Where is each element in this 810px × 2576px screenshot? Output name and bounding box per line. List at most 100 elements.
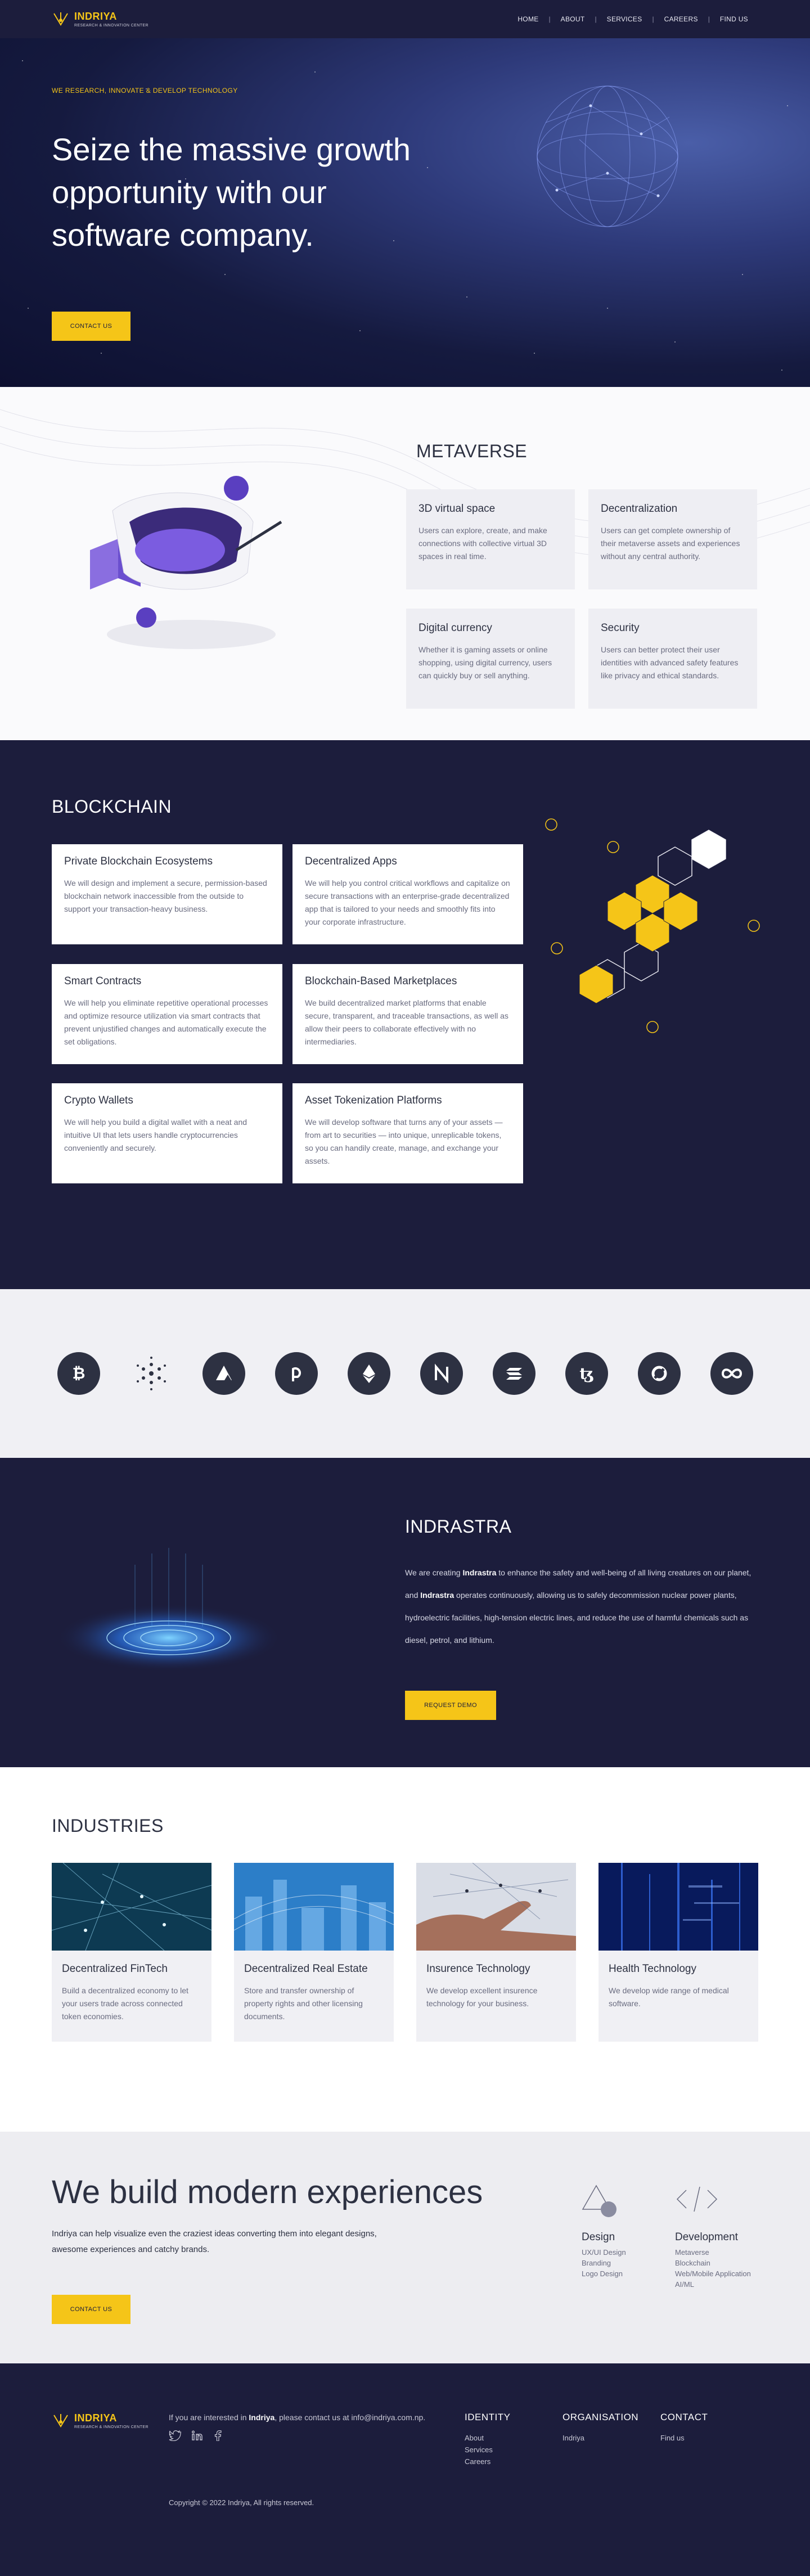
blockchain-card: Asset Tokenization Platforms We will dev… bbox=[292, 1083, 523, 1183]
copyright-text: Copyright © 2022 Indriya, All rights res… bbox=[169, 2498, 314, 2507]
ethereum-icon bbox=[347, 1352, 390, 1395]
nav-careers[interactable]: CAREERS bbox=[654, 15, 708, 23]
eye-logo-icon bbox=[53, 2414, 68, 2428]
nav-about[interactable]: ABOUT bbox=[551, 15, 595, 23]
blockchain-card: Private Blockchain Ecosystems We will de… bbox=[52, 844, 282, 944]
tezos-icon: ꜩ bbox=[565, 1352, 608, 1395]
footer-link-about[interactable]: About bbox=[465, 2432, 510, 2444]
card-title: 3D virtual space bbox=[418, 503, 496, 515]
twitter-icon[interactable] bbox=[169, 2430, 181, 2441]
indrastra-description: We are creating Indrastra to enhance the… bbox=[405, 1568, 752, 1645]
top-navbar: INDRIYA RESEARCH & INNOVATION CENTER HOM… bbox=[0, 0, 810, 38]
bitcoin-icon: ₿ bbox=[57, 1352, 100, 1395]
footer-link-careers[interactable]: Careers bbox=[465, 2456, 510, 2467]
blockchain-title: BLOCKCHAIN bbox=[52, 796, 172, 817]
facebook-icon[interactable] bbox=[214, 2430, 222, 2441]
card-title: Health Technology bbox=[609, 1963, 696, 1975]
hexagon-cluster-illustration bbox=[545, 818, 760, 1033]
metaverse-card: 3D virtual space Users can explore, crea… bbox=[406, 489, 575, 589]
design-service: Design UX/UI Design Branding Logo Design bbox=[582, 2182, 626, 2279]
page: INDRIYA RESEARCH & INNOVATION CENTER HOM… bbox=[0, 0, 810, 2576]
service-item: Metaverse bbox=[675, 2248, 709, 2257]
card-text: Store and transfer ownership of property… bbox=[244, 1986, 363, 2021]
brand-tagline: RESEARCH & INNOVATION CENTER bbox=[74, 24, 148, 28]
polkadot-icon bbox=[274, 1352, 318, 1395]
request-demo-button[interactable]: REQUEST DEMO bbox=[405, 1691, 496, 1720]
industry-card[interactable]: Insurence Technology We develop excellen… bbox=[416, 1863, 576, 2042]
metaverse-card: Digital currency Whether it is gaming as… bbox=[406, 609, 575, 709]
blockchain-card: Crypto Wallets We will help you build a … bbox=[52, 1083, 282, 1183]
blockchain-card: Blockchain-Based Marketplaces We build d… bbox=[292, 964, 523, 1064]
svg-text:₿: ₿ bbox=[72, 1364, 85, 1382]
footer-link-indriya[interactable]: Indriya bbox=[562, 2432, 638, 2444]
industry-card[interactable]: Decentralized Real Estate Store and tran… bbox=[234, 1863, 394, 2042]
footer-contact-text: If you are interested in Indriya, please… bbox=[169, 2413, 426, 2422]
industry-card[interactable]: Health Technology We develop wide range … bbox=[598, 1863, 758, 2042]
hero-kicker: WE RESEARCH, INNOVATE & DEVELOP TECHNOLO… bbox=[52, 87, 238, 94]
indrastra-title: INDRASTRA bbox=[405, 1516, 512, 1537]
network-grid-image bbox=[52, 1863, 212, 1951]
card-title: Decentralized Real Estate bbox=[244, 1963, 368, 1975]
footer-column-organisation: ORGANISATION Indriya bbox=[562, 2412, 638, 2444]
industries-title: INDUSTRIES bbox=[52, 1816, 164, 1836]
footer-column-title: IDENTITY bbox=[465, 2412, 511, 2422]
service-item: Branding bbox=[582, 2259, 611, 2267]
service-item: Web/Mobile Application bbox=[675, 2269, 751, 2278]
card-text: We develop wide range of medical softwar… bbox=[609, 1986, 729, 2008]
build-experiences-section: We build modern experiences Indriya can … bbox=[0, 2132, 810, 2363]
card-title: Insurence Technology bbox=[426, 1963, 530, 1975]
main-menu: HOME | ABOUT | SERVICES | CAREERS | FIND… bbox=[507, 15, 758, 23]
nav-find-us[interactable]: FIND US bbox=[710, 15, 758, 23]
brand-name: INDRIYA bbox=[74, 11, 117, 22]
near-icon bbox=[420, 1352, 463, 1395]
metaverse-card: Security Users can better protect their … bbox=[588, 609, 757, 709]
card-text: Whether it is gaming assets or online sh… bbox=[418, 645, 552, 680]
footer-column-contact: CONTACT Find us bbox=[660, 2412, 708, 2444]
card-text: We build decentralized market platforms … bbox=[305, 998, 508, 1046]
card-text: We will design and implement a secure, p… bbox=[64, 879, 267, 913]
linkedin-icon[interactable] bbox=[191, 2430, 204, 2441]
card-title: Blockchain-Based Marketplaces bbox=[305, 975, 457, 987]
service-title: Development bbox=[675, 2231, 738, 2243]
card-text: Users can get complete ownership of thei… bbox=[601, 526, 740, 561]
crypto-logos-strip: ₿ ꜩ bbox=[0, 1289, 810, 1458]
nav-services[interactable]: SERVICES bbox=[597, 15, 652, 23]
footer-column-title: CONTACT bbox=[660, 2412, 708, 2422]
hero-title: Seize the massive growth opportunity wit… bbox=[52, 132, 411, 253]
card-title: Private Blockchain Ecosystems bbox=[64, 855, 213, 867]
card-text: Users can better protect their user iden… bbox=[601, 645, 739, 680]
code-brackets-icon bbox=[676, 2186, 718, 2212]
vr-headset-illustration bbox=[90, 476, 282, 649]
card-text: Users can explore, create, and make conn… bbox=[418, 526, 547, 561]
service-item: Blockchain bbox=[675, 2259, 710, 2267]
digital-city-image bbox=[234, 1863, 394, 1951]
glowing-portal-illustration bbox=[56, 1548, 281, 1672]
footer-column-identity: IDENTITY About Services Careers bbox=[465, 2412, 510, 2467]
card-text: We will help you control critical workfl… bbox=[305, 879, 510, 926]
brand-logo[interactable]: INDRIYA RESEARCH & INNOVATION CENTER bbox=[52, 10, 148, 28]
hero-section: WE RESEARCH, INNOVATE & DEVELOP TECHNOLO… bbox=[0, 38, 810, 387]
card-text: Build a decentralized economy to let you… bbox=[62, 1986, 188, 2021]
avalanche-icon bbox=[202, 1352, 245, 1395]
infinity-icon bbox=[710, 1352, 753, 1395]
service-title: Design bbox=[582, 2231, 615, 2243]
footer-brand-logo[interactable]: INDRIYA RESEARCH & INNOVATION CENTER bbox=[52, 2412, 148, 2430]
footer-link-find-us[interactable]: Find us bbox=[660, 2432, 708, 2444]
social-links bbox=[169, 2430, 222, 2441]
industries-section: INDUSTRIES Decentralized FinTech Build a… bbox=[0, 1767, 810, 2132]
card-text: We will develop software that turns any … bbox=[305, 1118, 503, 1165]
card-title: Crypto Wallets bbox=[64, 1095, 133, 1106]
metaverse-section: METAVERSE 3D virtual space Users can exp… bbox=[0, 387, 810, 740]
footer-link-services[interactable]: Services bbox=[465, 2444, 510, 2456]
harmony-icon bbox=[637, 1352, 681, 1395]
build-description: Indriya can help visualize even the craz… bbox=[52, 2229, 377, 2254]
contact-us-button[interactable]: CONTACT US bbox=[52, 312, 130, 341]
contact-us-button[interactable]: CONTACT US bbox=[52, 2295, 130, 2324]
industry-card[interactable]: Decentralized FinTech Build a decentrali… bbox=[52, 1863, 212, 2042]
eye-logo-icon bbox=[53, 12, 68, 26]
card-title: Decentralization bbox=[601, 503, 678, 515]
brand-name: INDRIYA bbox=[74, 2412, 117, 2424]
card-text: We develop excellent insurence technolog… bbox=[426, 1986, 538, 2008]
nav-home[interactable]: HOME bbox=[507, 15, 548, 23]
card-text: We will help you build a digital wallet … bbox=[64, 1118, 248, 1152]
